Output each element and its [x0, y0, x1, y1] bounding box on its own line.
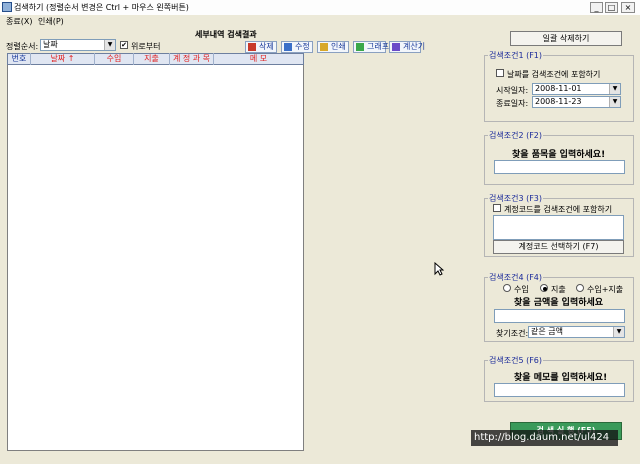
print-icon [320, 43, 328, 51]
radio-income-expense[interactable] [576, 284, 584, 292]
radio-income[interactable] [503, 284, 511, 292]
condition2-title: 검색조건2 (F2) [488, 130, 544, 141]
menu-bar [0, 15, 640, 27]
calculator-button[interactable]: 계산기 [389, 41, 425, 53]
column-header-income[interactable]: 수입 [95, 53, 134, 65]
chevron-down-icon: ▼ [609, 97, 620, 107]
amount-input[interactable] [494, 309, 625, 323]
watermark: http://blog.daum.net/ul424 [471, 430, 618, 446]
app-icon [2, 2, 12, 12]
sort-select[interactable]: 날짜 ▼ [40, 39, 116, 51]
condition3-title: 검색조건3 (F3) [488, 193, 544, 204]
column-header-account[interactable]: 계 정 과 목 [170, 53, 214, 65]
delete-icon [248, 43, 256, 51]
graph-button-label: 그래프 [367, 42, 390, 51]
print-button[interactable]: 인쇄 [317, 41, 349, 53]
include-date-label: 날짜를 검색조건에 포함하기 [507, 70, 601, 79]
find-condition-label: 찾기조건: [496, 329, 529, 338]
menu-print[interactable]: 인쇄(P) [38, 16, 64, 27]
item-search-input[interactable] [494, 160, 625, 174]
window-title-text: 검색하기 [14, 3, 44, 12]
include-date-checkbox[interactable] [496, 69, 504, 77]
sort-select-value: 날짜 [43, 40, 58, 49]
edit-icon [284, 43, 292, 51]
chevron-down-icon: ▼ [609, 84, 620, 94]
delete-button-label: 삭제 [259, 42, 274, 51]
graph-button[interactable]: 그래프 [353, 41, 390, 53]
radio-income-label: 수입 [514, 285, 529, 294]
condition4-title: 검색조건4 (F4) [488, 272, 544, 283]
memo-search-hint: 찾을 메모를 입력하세요! [514, 373, 608, 383]
amount-search-hint: 찾을 금액을 입력하세요 [514, 298, 604, 308]
maximize-icon: □ [607, 3, 616, 12]
end-date-value: 2008-11-23 [535, 97, 582, 106]
end-date-label: 종료일자: [496, 99, 529, 108]
column-header-date[interactable]: 날짜 ↑ [31, 53, 95, 65]
edit-button[interactable]: 수정 [281, 41, 313, 53]
calculator-icon [392, 43, 400, 51]
include-account-checkbox[interactable] [493, 204, 501, 212]
delete-button[interactable]: 삭제 [245, 41, 277, 53]
select-account-button[interactable]: 계정코드 선택하기 (F7) [493, 240, 624, 254]
mouse-cursor-icon [434, 262, 444, 276]
window-subtitle: (정렬순서 변경은 Ctrl + 마우스 왼쪽버튼) [46, 3, 189, 12]
start-date-picker[interactable]: 2008-11-01 ▼ [532, 83, 621, 95]
print-button-label: 인쇄 [331, 42, 346, 51]
radio-expense-label: 지출 [551, 285, 566, 294]
minimize-icon: _ [594, 3, 599, 12]
sort-label: 정렬순서: [6, 42, 39, 51]
radio-expense[interactable] [540, 284, 548, 292]
close-button[interactable]: × [621, 2, 635, 13]
maximize-button[interactable]: □ [605, 2, 618, 13]
column-header-expense[interactable]: 지출 [134, 53, 170, 65]
column-header-number[interactable]: 번호 [8, 53, 31, 65]
account-code-box[interactable] [493, 215, 624, 240]
include-account-label: 계정코드를 검색조건에 포함하기 [504, 205, 613, 214]
item-search-hint: 찾을 품목을 입력하세요! [512, 150, 606, 160]
graph-icon [356, 43, 364, 51]
edit-button-label: 수정 [295, 42, 310, 51]
end-date-picker[interactable]: 2008-11-23 ▼ [532, 96, 621, 108]
results-title: 세부내역 검색결과 [195, 30, 257, 39]
bulk-delete-button[interactable]: 일괄 삭제하기 [510, 31, 622, 46]
column-header-memo[interactable]: 메 모 [214, 53, 303, 65]
close-icon: × [624, 3, 632, 12]
menu-exit[interactable]: 종료(X) [6, 16, 32, 27]
memo-search-input[interactable] [494, 383, 625, 397]
from-top-label: 위로부터 [131, 42, 161, 51]
chevron-down-icon: ▼ [104, 40, 115, 50]
calculator-button-label: 계산기 [403, 42, 426, 51]
window-title: 검색하기 (정렬순서 변경은 Ctrl + 마우스 왼쪽버튼) [14, 2, 189, 13]
start-date-label: 시작일자: [496, 86, 529, 95]
from-top-checkbox[interactable]: ✔ [120, 41, 128, 49]
radio-income-expense-label: 수입+지출 [587, 285, 624, 294]
condition5-title: 검색조건5 (F6) [488, 355, 544, 366]
chevron-down-icon: ▼ [613, 327, 624, 337]
start-date-value: 2008-11-01 [535, 84, 582, 93]
find-condition-select[interactable]: 같은 금액 ▼ [528, 326, 625, 338]
condition1-title: 검색조건1 (F1) [488, 50, 544, 61]
find-condition-value: 같은 금액 [531, 327, 563, 336]
minimize-button[interactable]: _ [590, 2, 603, 13]
results-grid[interactable] [7, 53, 304, 451]
